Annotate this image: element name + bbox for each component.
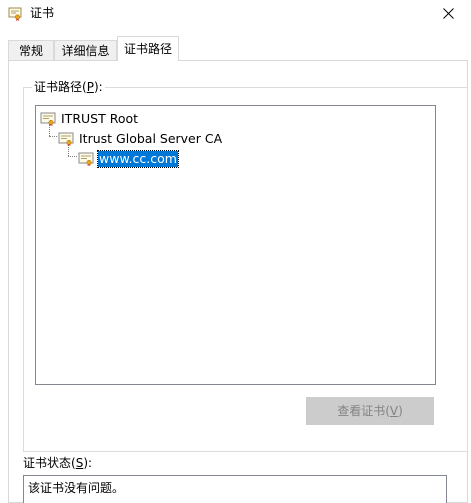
- tab-label: 证书路径: [123, 42, 172, 56]
- tab-general[interactable]: 常规: [8, 40, 54, 60]
- certificate-icon: [8, 7, 22, 21]
- tree-node-leaf[interactable]: www.cc.com: [78, 150, 179, 168]
- tab-label: 详细信息: [61, 44, 110, 58]
- certificate-dialog: 证书 常规 详细信息 证书路径 证书路径(P): ITRUST Root Itr…: [0, 0, 471, 503]
- tree-connector: [49, 136, 57, 137]
- tab-strip: 常规 详细信息 证书路径: [0, 36, 471, 61]
- view-certificate-button[interactable]: 查看证书(V): [306, 397, 434, 425]
- tab-details[interactable]: 详细信息: [54, 40, 117, 60]
- cert-status-label: 证书状态(S):: [23, 456, 93, 470]
- tab-certification-path[interactable]: 证书路径: [117, 36, 179, 61]
- tree-node-label: Itrust Global Server CA: [79, 131, 223, 146]
- tree-connector: [68, 156, 77, 157]
- close-button[interactable]: [433, 0, 463, 26]
- cert-path-label: 证书路径(P):: [32, 79, 105, 95]
- certificate-icon: [78, 152, 94, 166]
- window-title: 证书: [30, 6, 55, 20]
- tree-node-root[interactable]: ITRUST Root: [40, 110, 139, 128]
- tree-node-label: www.cc.com: [97, 150, 179, 168]
- cert-status-box[interactable]: 该证书没有问题。: [23, 475, 447, 503]
- tree-node-intermediate[interactable]: Itrust Global Server CA: [58, 130, 223, 148]
- tab-label: 常规: [18, 44, 43, 58]
- cert-path-tree[interactable]: ITRUST Root Itrust Global Server CA www.…: [35, 105, 436, 385]
- cert-status-text: 该证书没有问题。: [28, 481, 125, 495]
- certificate-icon: [40, 112, 56, 126]
- title-bar: 证书: [0, 0, 471, 28]
- close-icon: [442, 7, 454, 19]
- cert-path-group: 证书路径(P): ITRUST Root Itrust Global Serve…: [23, 79, 468, 452]
- tab-panel: 证书路径(P): ITRUST Root Itrust Global Serve…: [8, 60, 468, 503]
- tree-node-label: ITRUST Root: [61, 111, 139, 126]
- certificate-icon: [58, 132, 74, 146]
